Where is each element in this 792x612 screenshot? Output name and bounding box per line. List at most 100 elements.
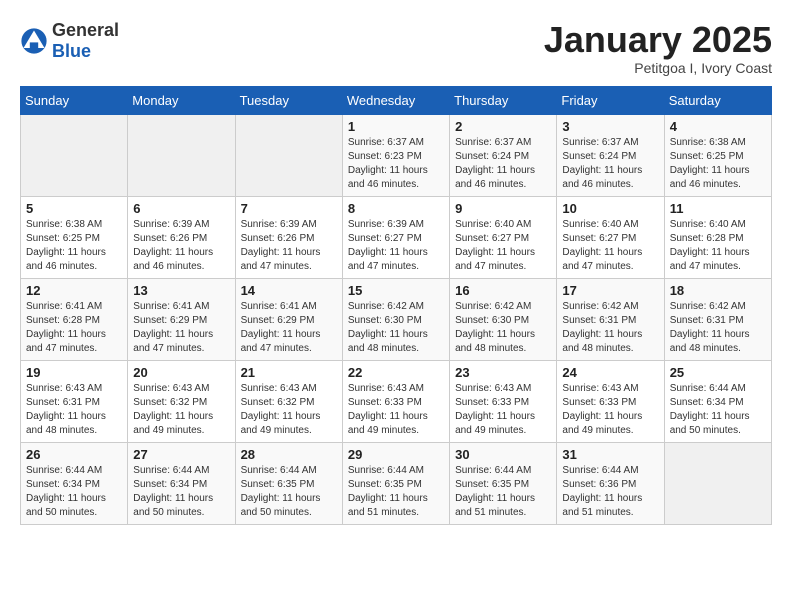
day-number: 30 xyxy=(455,447,551,462)
calendar-cell: 20 Sunrise: 6:43 AM Sunset: 6:32 PM Dayli… xyxy=(128,360,235,442)
day-info: Sunrise: 6:42 AM Sunset: 6:31 PM Dayligh… xyxy=(562,300,658,356)
calendar-table: SundayMondayTuesdayWednesdayThursdayFrid… xyxy=(20,86,772,525)
day-number: 13 xyxy=(133,283,229,298)
day-number: 17 xyxy=(562,283,658,298)
day-info: Sunrise: 6:44 AM Sunset: 6:35 PM Dayligh… xyxy=(241,464,337,520)
calendar-cell: 10Sunrise: 6:40 AM Sunset: 6:27 PM Dayli… xyxy=(557,196,664,278)
calendar-cell: 18 Sunrise: 6:42 AM Sunset: 6:31 PM Dayli… xyxy=(664,278,771,360)
day-number: 24 xyxy=(562,365,658,380)
calendar-header-sunday: Sunday xyxy=(21,86,128,114)
calendar-cell: 23 Sunrise: 6:43 AM Sunset: 6:33 PM Dayli… xyxy=(450,360,557,442)
calendar-cell: 13 Sunrise: 6:41 AM Sunset: 6:29 PM Dayli… xyxy=(128,278,235,360)
logo-icon xyxy=(20,27,48,55)
day-number: 2 xyxy=(455,119,551,134)
calendar-header-friday: Friday xyxy=(557,86,664,114)
header: General Blue January 2025 Petitgoa I, Iv… xyxy=(20,20,772,76)
day-info: Sunrise: 6:41 AM Sunset: 6:29 PM Dayligh… xyxy=(133,300,229,356)
calendar-cell: 6Sunrise: 6:39 AM Sunset: 6:26 PM Daylig… xyxy=(128,196,235,278)
calendar-header-tuesday: Tuesday xyxy=(235,86,342,114)
calendar-cell: 24 Sunrise: 6:43 AM Sunset: 6:33 PM Dayli… xyxy=(557,360,664,442)
day-number: 9 xyxy=(455,201,551,216)
day-info: Sunrise: 6:41 AM Sunset: 6:28 PM Dayligh… xyxy=(26,300,122,356)
calendar-cell: 27 Sunrise: 6:44 AM Sunset: 6:34 PM Dayli… xyxy=(128,442,235,524)
calendar-cell xyxy=(664,442,771,524)
day-number: 25 xyxy=(670,365,766,380)
day-info: Sunrise: 6:38 AM Sunset: 6:25 PM Dayligh… xyxy=(26,218,122,274)
day-number: 12 xyxy=(26,283,122,298)
calendar-week-1: 1 Sunrise: 6:37 AM Sunset: 6:23 PM Daylig… xyxy=(21,114,772,196)
day-info: Sunrise: 6:43 AM Sunset: 6:33 PM Dayligh… xyxy=(348,382,444,438)
day-number: 22 xyxy=(348,365,444,380)
logo-text: General Blue xyxy=(52,20,119,62)
day-number: 14 xyxy=(241,283,337,298)
calendar-header-saturday: Saturday xyxy=(664,86,771,114)
calendar-cell: 29Sunrise: 6:44 AM Sunset: 6:35 PM Dayli… xyxy=(342,442,449,524)
calendar-cell: 31 Sunrise: 6:44 AM Sunset: 6:36 PM Dayli… xyxy=(557,442,664,524)
day-info: Sunrise: 6:44 AM Sunset: 6:36 PM Dayligh… xyxy=(562,464,658,520)
day-info: Sunrise: 6:43 AM Sunset: 6:32 PM Dayligh… xyxy=(241,382,337,438)
day-info: Sunrise: 6:39 AM Sunset: 6:27 PM Dayligh… xyxy=(348,218,444,274)
calendar-cell xyxy=(235,114,342,196)
calendar-week-3: 12 Sunrise: 6:41 AM Sunset: 6:28 PM Dayli… xyxy=(21,278,772,360)
calendar-cell: 11Sunrise: 6:40 AM Sunset: 6:28 PM Dayli… xyxy=(664,196,771,278)
day-info: Sunrise: 6:38 AM Sunset: 6:25 PM Dayligh… xyxy=(670,136,766,192)
day-number: 7 xyxy=(241,201,337,216)
calendar-cell xyxy=(128,114,235,196)
day-number: 23 xyxy=(455,365,551,380)
calendar-week-5: 26Sunrise: 6:44 AM Sunset: 6:34 PM Dayli… xyxy=(21,442,772,524)
calendar-header-thursday: Thursday xyxy=(450,86,557,114)
day-number: 16 xyxy=(455,283,551,298)
day-info: Sunrise: 6:43 AM Sunset: 6:33 PM Dayligh… xyxy=(562,382,658,438)
day-number: 6 xyxy=(133,201,229,216)
calendar-header-monday: Monday xyxy=(128,86,235,114)
day-number: 1 xyxy=(348,119,444,134)
calendar-week-4: 19 Sunrise: 6:43 AM Sunset: 6:31 PM Dayli… xyxy=(21,360,772,442)
calendar-header-row: SundayMondayTuesdayWednesdayThursdayFrid… xyxy=(21,86,772,114)
main-title: January 2025 xyxy=(544,20,772,60)
calendar-cell: 25Sunrise: 6:44 AM Sunset: 6:34 PM Dayli… xyxy=(664,360,771,442)
day-number: 5 xyxy=(26,201,122,216)
day-number: 27 xyxy=(133,447,229,462)
day-number: 3 xyxy=(562,119,658,134)
day-info: Sunrise: 6:43 AM Sunset: 6:31 PM Dayligh… xyxy=(26,382,122,438)
calendar-cell: 9 Sunrise: 6:40 AM Sunset: 6:27 PM Daylig… xyxy=(450,196,557,278)
day-info: Sunrise: 6:39 AM Sunset: 6:26 PM Dayligh… xyxy=(241,218,337,274)
day-info: Sunrise: 6:37 AM Sunset: 6:24 PM Dayligh… xyxy=(455,136,551,192)
day-info: Sunrise: 6:44 AM Sunset: 6:34 PM Dayligh… xyxy=(133,464,229,520)
page: General Blue January 2025 Petitgoa I, Iv… xyxy=(0,0,792,535)
calendar-cell xyxy=(21,114,128,196)
day-info: Sunrise: 6:42 AM Sunset: 6:30 PM Dayligh… xyxy=(348,300,444,356)
calendar-cell: 4Sunrise: 6:38 AM Sunset: 6:25 PM Daylig… xyxy=(664,114,771,196)
calendar-cell: 19 Sunrise: 6:43 AM Sunset: 6:31 PM Dayli… xyxy=(21,360,128,442)
calendar-cell: 30Sunrise: 6:44 AM Sunset: 6:35 PM Dayli… xyxy=(450,442,557,524)
day-info: Sunrise: 6:37 AM Sunset: 6:23 PM Dayligh… xyxy=(348,136,444,192)
calendar-cell: 14 Sunrise: 6:41 AM Sunset: 6:29 PM Dayli… xyxy=(235,278,342,360)
day-number: 21 xyxy=(241,365,337,380)
logo-blue: Blue xyxy=(52,41,91,61)
day-number: 28 xyxy=(241,447,337,462)
calendar-week-2: 5 Sunrise: 6:38 AM Sunset: 6:25 PM Daylig… xyxy=(21,196,772,278)
day-info: Sunrise: 6:43 AM Sunset: 6:32 PM Dayligh… xyxy=(133,382,229,438)
day-info: Sunrise: 6:43 AM Sunset: 6:33 PM Dayligh… xyxy=(455,382,551,438)
calendar-cell: 22 Sunrise: 6:43 AM Sunset: 6:33 PM Dayli… xyxy=(342,360,449,442)
day-number: 18 xyxy=(670,283,766,298)
logo-general: General xyxy=(52,20,119,40)
calendar-cell: 26Sunrise: 6:44 AM Sunset: 6:34 PM Dayli… xyxy=(21,442,128,524)
day-info: Sunrise: 6:44 AM Sunset: 6:34 PM Dayligh… xyxy=(26,464,122,520)
day-info: Sunrise: 6:42 AM Sunset: 6:30 PM Dayligh… xyxy=(455,300,551,356)
calendar-cell: 21 Sunrise: 6:43 AM Sunset: 6:32 PM Dayli… xyxy=(235,360,342,442)
day-info: Sunrise: 6:41 AM Sunset: 6:29 PM Dayligh… xyxy=(241,300,337,356)
calendar-cell: 2 Sunrise: 6:37 AM Sunset: 6:24 PM Daylig… xyxy=(450,114,557,196)
day-info: Sunrise: 6:40 AM Sunset: 6:27 PM Dayligh… xyxy=(562,218,658,274)
day-info: Sunrise: 6:42 AM Sunset: 6:31 PM Dayligh… xyxy=(670,300,766,356)
day-number: 19 xyxy=(26,365,122,380)
day-number: 20 xyxy=(133,365,229,380)
day-info: Sunrise: 6:40 AM Sunset: 6:28 PM Dayligh… xyxy=(670,218,766,274)
day-info: Sunrise: 6:40 AM Sunset: 6:27 PM Dayligh… xyxy=(455,218,551,274)
day-number: 29 xyxy=(348,447,444,462)
calendar-header-wednesday: Wednesday xyxy=(342,86,449,114)
subtitle: Petitgoa I, Ivory Coast xyxy=(544,60,772,76)
title-block: January 2025 Petitgoa I, Ivory Coast xyxy=(544,20,772,76)
calendar-cell: 8Sunrise: 6:39 AM Sunset: 6:27 PM Daylig… xyxy=(342,196,449,278)
day-number: 31 xyxy=(562,447,658,462)
